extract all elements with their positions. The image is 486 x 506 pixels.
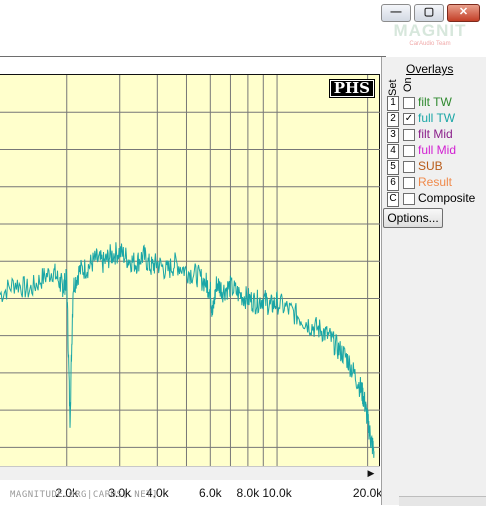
overlay-row[interactable]: 5 SUB xyxy=(387,159,485,175)
overlay-checkbox[interactable]: ✓ xyxy=(403,113,415,125)
overlay-label: filt Mid xyxy=(418,127,453,141)
x-tick-label: 10.0k xyxy=(262,486,292,500)
close-button[interactable]: ✕ xyxy=(447,4,480,22)
phs-badge[interactable]: PHS xyxy=(328,79,375,98)
overlay-row[interactable]: 3 filt Mid xyxy=(387,127,485,143)
overlay-checkbox[interactable] xyxy=(403,97,415,109)
overlay-set-button[interactable]: 4 xyxy=(387,144,399,159)
overlay-row[interactable]: 1 filt TW xyxy=(387,95,485,111)
overlay-label: full TW xyxy=(418,111,456,125)
watermark-logo-subtext: CarAudio Team xyxy=(409,41,451,47)
overlay-checkbox[interactable] xyxy=(403,145,415,157)
toolbar-divider xyxy=(0,56,386,57)
overlay-checkbox[interactable] xyxy=(403,193,415,205)
overlays-title: Overlays xyxy=(406,62,454,76)
x-tick-label: 6.0k xyxy=(198,486,222,500)
set-column-label: Set xyxy=(387,79,399,96)
x-tick-label: 8.0k xyxy=(236,486,260,500)
horizontal-scrollbar[interactable]: ▶ xyxy=(0,466,380,480)
maximize-button[interactable]: ▢ xyxy=(414,4,444,22)
frequency-response-chart xyxy=(0,75,380,467)
overlay-set-button[interactable]: 3 xyxy=(387,128,399,143)
overlay-row[interactable]: 2 ✓ full TW xyxy=(387,111,485,127)
minimize-button[interactable]: — xyxy=(381,4,411,22)
overlay-label: filt TW xyxy=(418,95,452,109)
overlay-checkbox[interactable] xyxy=(403,161,415,173)
plot-area[interactable]: PHS xyxy=(0,74,380,467)
overlay-set-button[interactable]: 6 xyxy=(387,176,399,191)
scroll-right-arrow-icon[interactable]: ▶ xyxy=(365,467,377,479)
overlay-label: Composite xyxy=(418,191,476,205)
options-button[interactable]: Options... xyxy=(383,208,443,228)
x-tick-label: 20.0k xyxy=(352,486,383,500)
overlay-label: full Mid xyxy=(418,143,457,157)
overlay-set-button[interactable]: 2 xyxy=(387,112,399,127)
overlay-checkbox[interactable] xyxy=(403,177,415,189)
overlay-label: SUB xyxy=(418,159,443,173)
overlay-set-button[interactable]: 1 xyxy=(387,96,399,111)
overlay-row[interactable]: C Composite xyxy=(387,191,485,207)
on-column-label: On xyxy=(402,77,414,92)
overlay-checkbox[interactable] xyxy=(403,129,415,141)
watermark-url: MAGNITUDE.ORG|CARUS[.NET] xyxy=(10,490,158,500)
overlay-row[interactable]: 4 full Mid xyxy=(387,143,485,159)
overlay-set-button[interactable]: 5 xyxy=(387,160,399,175)
overlay-set-button[interactable]: C xyxy=(387,192,399,207)
overlay-row[interactable]: 6 Result xyxy=(387,175,485,191)
watermark-logo-text: MAGNIT xyxy=(393,21,467,40)
overlay-label: Result xyxy=(418,175,453,189)
series-line-full-tw xyxy=(0,242,375,458)
watermark-logo: MAGNIT CarAudio Team xyxy=(388,22,472,50)
